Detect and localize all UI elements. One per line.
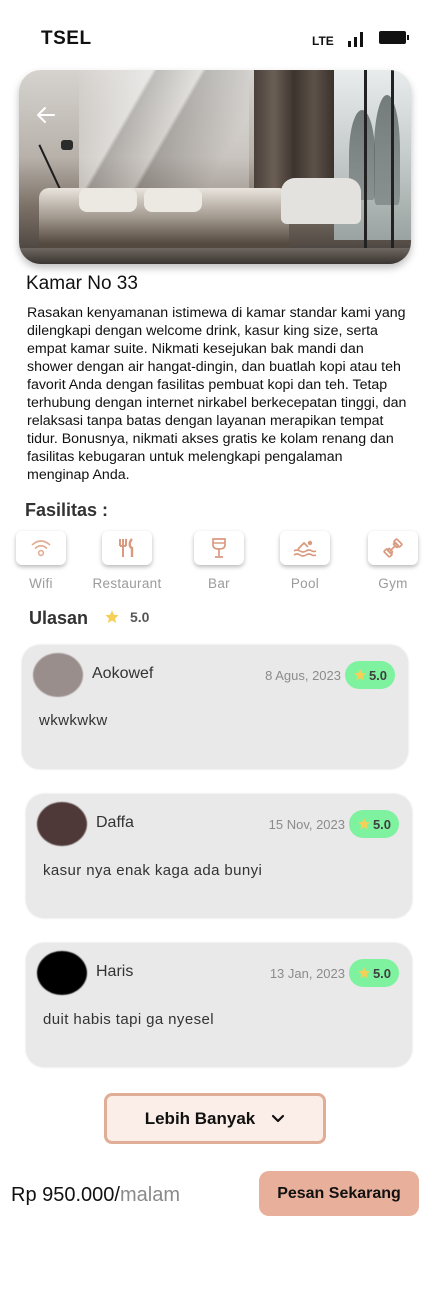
price-unit: malam (119, 1184, 180, 1206)
room-title: Kamar No 33 (26, 273, 138, 294)
avatar (33, 653, 83, 697)
room-photo (19, 70, 411, 264)
facility-label: Gym (378, 576, 408, 591)
show-more-button[interactable]: Lebih Banyak (104, 1093, 326, 1144)
carrier-name: TSEL (41, 28, 92, 49)
facility-bar[interactable]: Bar (188, 531, 250, 591)
overall-rating-value: 5.0 (130, 609, 150, 625)
review-rating-value: 5.0 (372, 965, 392, 981)
network-type: LTE (312, 34, 334, 48)
cocktail-glass-icon (212, 538, 226, 558)
review-card: Haris 13 Jan, 2023 5.0 duit habis tapi g… (26, 943, 412, 1067)
facility-label: Restaurant (92, 576, 162, 591)
reviewer-name: Aokowef (92, 665, 154, 682)
overall-rating: 5.0 (104, 609, 149, 625)
facility-gym-button[interactable] (368, 531, 418, 565)
swimming-icon (293, 540, 317, 557)
review-rating-badge: 5.0 (349, 959, 399, 987)
signal-icon (346, 29, 366, 47)
facilities-title: Fasilitas : (25, 500, 109, 520)
review-text: kasur nya enak kaga ada bunyi (43, 862, 263, 879)
review-date: 15 Nov, 2023 (268, 817, 345, 832)
price: Rp 950.000/malam (11, 1184, 180, 1207)
utensils-icon (119, 538, 134, 557)
wifi-icon (31, 540, 51, 557)
chevron-down-icon (272, 1114, 285, 1122)
reviews-title: Ulasan (29, 608, 89, 628)
facility-label: Wifi (29, 576, 53, 591)
facility-wifi-button[interactable] (16, 531, 66, 565)
review-text: duit habis tapi ga nyesel (43, 1011, 214, 1028)
facility-pool-button[interactable] (280, 531, 330, 565)
book-now-label: Pesan Sekarang (277, 1184, 401, 1202)
avatar (37, 951, 87, 995)
star-icon (354, 669, 366, 681)
reviewer-name: Daffa (96, 814, 134, 831)
room-description: Rasakan kenyamanan istimewa di kamar sta… (27, 305, 407, 483)
dumbbell-icon (383, 538, 403, 558)
facility-pool[interactable]: Pool (274, 531, 336, 591)
avatar (37, 802, 87, 846)
facility-label: Bar (208, 576, 230, 591)
star-icon (358, 818, 370, 830)
review-card: Aokowef 8 Agus, 2023 5.0 wkwkwkw (22, 645, 408, 769)
star-icon (358, 967, 370, 979)
facility-gym[interactable]: Gym (362, 531, 424, 591)
facility-bar-button[interactable] (194, 531, 244, 565)
status-bar: TSEL LTE (0, 0, 430, 70)
book-now-button[interactable]: Pesan Sekarang (259, 1171, 419, 1216)
show-more-label: Lebih Banyak (144, 1108, 256, 1128)
reviewer-name: Haris (96, 963, 134, 980)
price-amount: Rp 950.000/ (11, 1184, 120, 1206)
facility-label: Pool (290, 576, 320, 591)
facility-restaurant-button[interactable] (102, 531, 152, 565)
review-rating-badge: 5.0 (345, 661, 395, 689)
review-rating-value: 5.0 (368, 667, 388, 683)
review-text: wkwkwkw (39, 712, 108, 729)
back-button[interactable] (34, 103, 58, 127)
star-icon (105, 610, 119, 623)
review-rating-badge: 5.0 (349, 810, 399, 838)
battery-icon (379, 31, 409, 44)
review-date: 13 Jan, 2023 (269, 966, 345, 981)
review-card: Daffa 15 Nov, 2023 5.0 kasur nya enak ka… (26, 794, 412, 918)
facility-wifi[interactable]: Wifi (10, 531, 72, 591)
arrow-left-icon (37, 107, 55, 123)
facility-restaurant[interactable]: Restaurant (92, 531, 161, 591)
review-date: 8 Agus, 2023 (265, 668, 341, 683)
review-rating-value: 5.0 (372, 816, 392, 832)
